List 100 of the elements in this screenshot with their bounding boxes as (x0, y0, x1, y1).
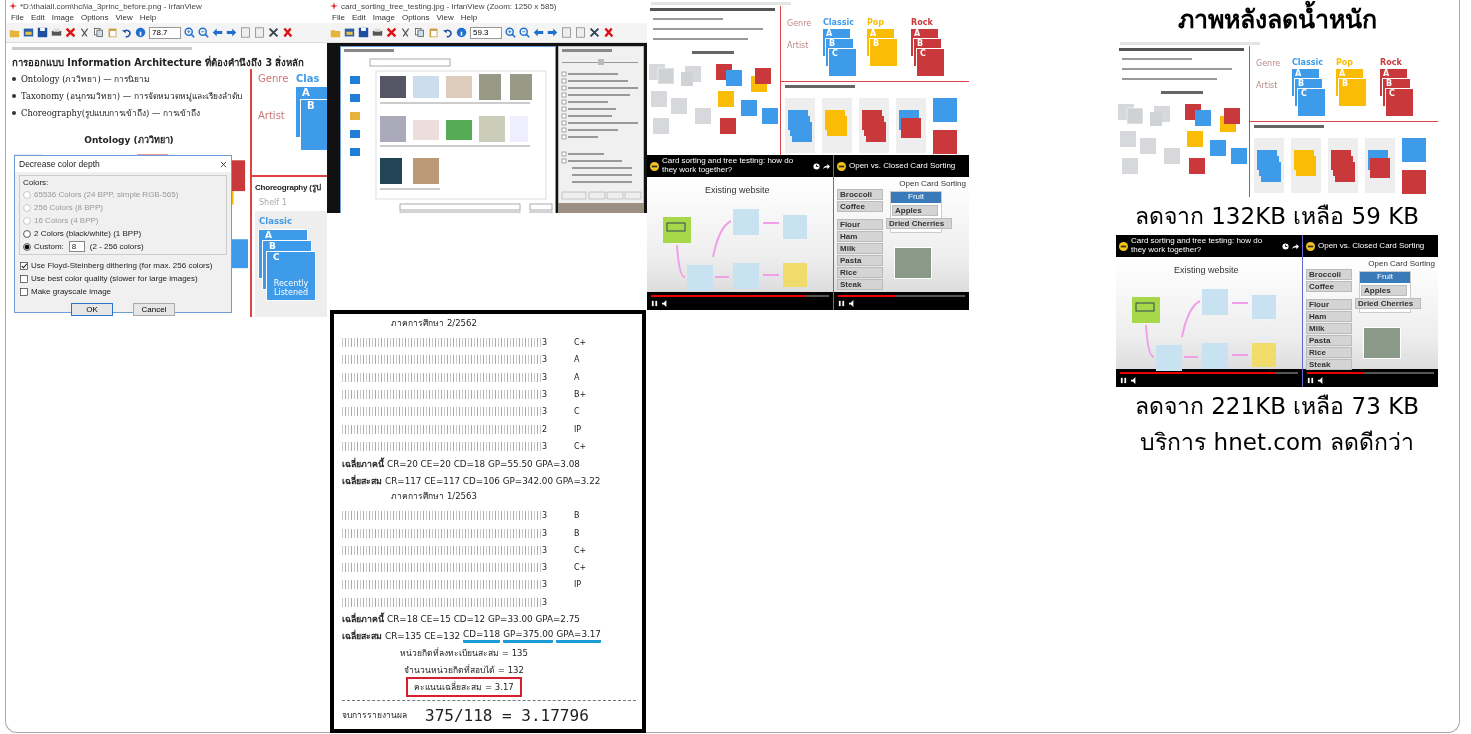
right-arrow-icon[interactable] (547, 27, 558, 38)
radio-option[interactable]: 2 Colors (black/white) (1 BPP) (23, 228, 223, 239)
menu-item[interactable]: File (11, 13, 24, 22)
copy-icon[interactable] (93, 27, 104, 38)
summary-value: CR=117 CE=117 CD=106 GP=342.00 GPA=3.22 (385, 475, 601, 486)
sort-card[interactable]: Flour (837, 219, 883, 230)
zoom-in-icon[interactable] (505, 27, 516, 38)
info-icon[interactable] (456, 27, 467, 38)
card-letter: A (265, 230, 272, 241)
menu-item[interactable]: Image (372, 13, 395, 22)
sort-card[interactable]: Steak (1306, 359, 1352, 370)
menu-item[interactable]: Help (460, 13, 478, 22)
zoom-out-icon[interactable] (519, 27, 530, 38)
zoom-in-icon[interactable] (184, 27, 195, 38)
sort-card[interactable]: Pasta (837, 255, 883, 266)
sort-card[interactable]: Rice (837, 267, 883, 278)
share-icon[interactable] (823, 162, 830, 170)
dragged-card[interactable]: Dried Cherries (886, 218, 952, 229)
copy-icon[interactable] (414, 27, 425, 38)
info-icon[interactable] (135, 27, 146, 38)
sort-card[interactable]: Apples (1361, 285, 1407, 296)
radio-button-icon[interactable] (23, 242, 31, 251)
right-arrow-icon[interactable] (226, 27, 237, 38)
dragged-card[interactable]: Dried Cherries (1355, 298, 1421, 309)
sort-card[interactable]: Coffee (837, 201, 883, 212)
sort-card[interactable]: Broccoli (837, 189, 883, 200)
summary-value: CR=18 CE=15 CD=12 GP=33.00 GPA=2.75 (387, 614, 580, 625)
undo-icon[interactable] (121, 27, 132, 38)
exit-icon[interactable] (603, 27, 614, 38)
sort-card[interactable]: Coffee (1306, 281, 1352, 292)
close-icon[interactable] (220, 160, 227, 168)
radio-button-icon[interactable] (23, 229, 31, 238)
sort-card[interactable]: Apples (892, 205, 938, 216)
sort-card[interactable]: Milk (837, 243, 883, 254)
image-icon[interactable] (344, 27, 355, 38)
menu-item[interactable]: File (332, 13, 345, 22)
dialog-button[interactable]: Cancel (133, 303, 175, 316)
share-icon[interactable] (1292, 242, 1299, 250)
sort-card[interactable]: Ham (1306, 311, 1352, 322)
volume-icon[interactable] (849, 300, 856, 307)
checkbox-option[interactable]: Make grayscale image (20, 286, 226, 297)
checkbox-icon[interactable] (20, 261, 28, 270)
pause-icon[interactable] (838, 300, 845, 307)
channel-logo-icon[interactable] (650, 161, 659, 171)
video-title[interactable]: Card sorting and tree testing: how do they work together? (1131, 237, 1279, 255)
delete-icon[interactable] (65, 27, 76, 38)
sort-card[interactable]: Ham (837, 231, 883, 242)
sort-card[interactable]: Rice (1306, 347, 1352, 358)
pause-icon[interactable] (1120, 377, 1127, 384)
menu-item[interactable]: Edit (351, 13, 366, 22)
volume-icon[interactable] (1318, 377, 1325, 384)
video-title[interactable]: Card sorting and tree testing: how do they work together? (662, 157, 810, 175)
undo-icon[interactable] (442, 27, 453, 38)
channel-logo-icon[interactable] (837, 161, 846, 171)
clock-icon[interactable] (1282, 242, 1289, 250)
video-title[interactable]: Open vs. Closed Card Sorting (849, 161, 966, 171)
sort-card[interactable]: Milk (1306, 323, 1352, 334)
menu-item[interactable]: Image (51, 13, 74, 22)
channel-logo-icon[interactable] (1119, 241, 1128, 251)
sort-card[interactable]: Broccoli (1306, 269, 1352, 280)
dialog-button[interactable]: OK (71, 303, 113, 316)
zoom-out-icon[interactable] (198, 27, 209, 38)
menu-item[interactable]: Help (139, 13, 157, 22)
printer-icon[interactable] (372, 27, 383, 38)
menu-item[interactable]: View (436, 13, 454, 22)
menu-item[interactable]: Edit (30, 13, 45, 22)
clock-icon[interactable] (813, 162, 820, 170)
radio-option[interactable]: Custom: (23, 241, 64, 252)
image-icon[interactable] (23, 27, 34, 38)
checkbox-option[interactable]: Use best color quality (slower for large images) (20, 273, 226, 284)
row-label: Genre (258, 73, 290, 84)
volume-icon[interactable] (662, 300, 669, 307)
sort-card[interactable]: Steak (837, 279, 883, 290)
checkbox-option[interactable]: Use Floyd-Steinberg dithering (for max. 256 colors) (20, 260, 226, 271)
pause-icon[interactable] (651, 300, 658, 307)
pause-icon[interactable] (1307, 377, 1314, 384)
photo-placeholder (1363, 327, 1401, 359)
volume-icon[interactable] (1131, 377, 1138, 384)
menu-item[interactable]: View (115, 13, 133, 22)
left-arrow-icon[interactable] (212, 27, 223, 38)
checkbox-icon[interactable] (20, 274, 28, 283)
menu-item[interactable]: Options (401, 13, 430, 22)
row-label: Artist (787, 41, 810, 50)
card-letter: B (1386, 79, 1393, 89)
card-letter: A (1383, 69, 1390, 79)
left-arrow-icon[interactable] (533, 27, 544, 38)
sort-card[interactable]: Flour (1306, 299, 1352, 310)
menu-item[interactable]: Options (80, 13, 109, 22)
channel-logo-icon[interactable] (1306, 241, 1315, 251)
video-title[interactable]: Open vs. Closed Card Sorting (1318, 241, 1435, 251)
number-field[interactable]: 8 (68, 241, 85, 252)
checkbox-icon[interactable] (20, 287, 28, 296)
grade-cell-text: C+ (574, 441, 588, 451)
printer-icon[interactable] (51, 27, 62, 38)
zoom-field[interactable]: 78.7 (149, 26, 181, 39)
exit-icon[interactable] (282, 27, 293, 38)
sort-card[interactable]: Pasta (1306, 335, 1352, 346)
genre-label: Pop (867, 18, 886, 27)
zoom-field[interactable]: 59.3 (470, 26, 502, 39)
delete-icon[interactable] (386, 27, 397, 38)
